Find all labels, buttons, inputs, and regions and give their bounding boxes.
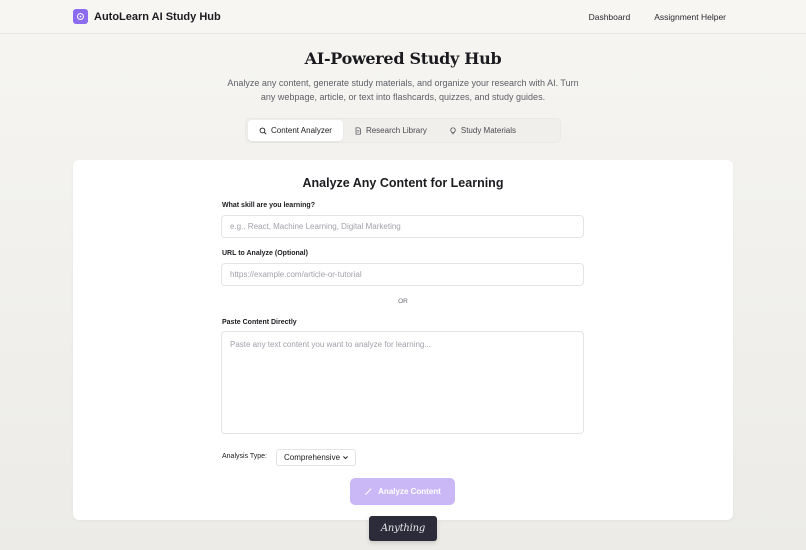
url-input[interactable] — [221, 263, 584, 286]
tab-research-library[interactable]: Research Library — [343, 120, 438, 141]
anything-badge[interactable]: Anything — [369, 516, 437, 541]
page-subtitle: Analyze any content, generate study mate… — [227, 78, 579, 102]
brain-icon — [73, 9, 88, 24]
tab-label: Research Library — [365, 126, 427, 135]
magic-wand-icon — [365, 487, 372, 496]
main-nav: Dashboard Assignment Helper — [589, 12, 726, 22]
content-label: Paste Content Directly — [222, 319, 297, 326]
brand[interactable]: AutoLearn AI Study Hub — [73, 9, 221, 24]
content-analyzer-card: Analyze Any Content for Learning What sk… — [73, 160, 733, 520]
url-label: URL to Analyze (Optional) — [222, 250, 308, 257]
lightbulb-icon — [450, 126, 456, 134]
tab-content-analyzer[interactable]: Content Analyzer — [248, 120, 343, 141]
card-title: Analyze Any Content for Learning — [302, 176, 504, 190]
tab-bar: Content Analyzer Research Library Study … — [245, 118, 561, 143]
document-icon — [355, 126, 361, 135]
tab-label: Content Analyzer — [271, 126, 332, 135]
or-divider: OR — [398, 298, 408, 305]
analysis-type-value: Comprehensive — [284, 453, 341, 462]
top-header: AutoLearn AI Study Hub Dashboard Assignm… — [0, 0, 806, 34]
page-title: AI-Powered Study Hub — [304, 49, 502, 68]
nav-assignment-helper[interactable]: Assignment Helper — [654, 12, 726, 22]
analyze-button-label: Analyze Content — [378, 487, 441, 496]
analysis-type-select[interactable]: Comprehensive — [276, 449, 356, 466]
tab-label: Study Materials — [460, 126, 516, 135]
skill-label: What skill are you learning? — [222, 202, 315, 209]
skill-input[interactable] — [221, 215, 584, 238]
chevron-down-icon — [343, 456, 348, 460]
tab-study-materials[interactable]: Study Materials — [438, 120, 527, 141]
content-textarea[interactable] — [221, 331, 584, 434]
analyze-content-button[interactable]: Analyze Content — [350, 478, 455, 505]
search-icon — [259, 127, 267, 135]
analysis-type-label: Analysis Type: — [222, 453, 268, 460]
brand-name: AutoLearn AI Study Hub — [94, 10, 221, 23]
nav-dashboard[interactable]: Dashboard — [589, 12, 631, 22]
